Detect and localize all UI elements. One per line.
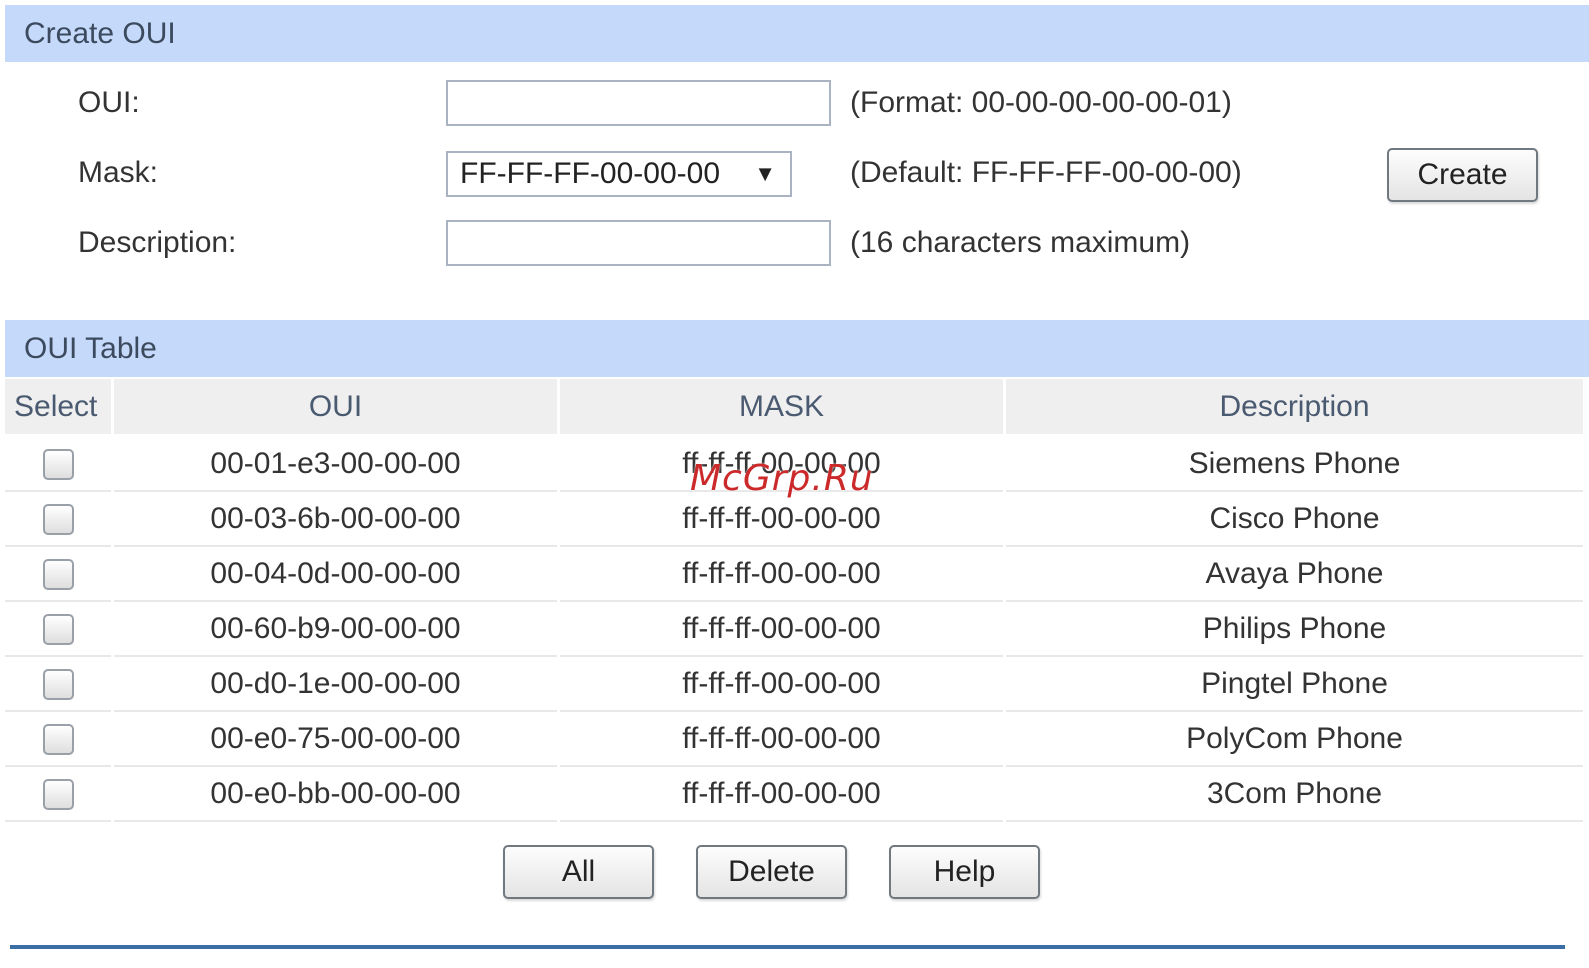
row-mask: ff-ff-ff-00-00-00 bbox=[560, 767, 1003, 822]
row-oui: 00-03-6b-00-00-00 bbox=[114, 492, 557, 547]
mask-selected-value: FF-FF-FF-00-00-00 bbox=[460, 157, 721, 190]
column-header-mask: MASK bbox=[560, 379, 1003, 437]
oui-table-header: OUI Table bbox=[5, 320, 1589, 377]
row-oui: 00-d0-1e-00-00-00 bbox=[114, 657, 557, 712]
select-all-button[interactable]: All bbox=[503, 845, 654, 899]
row-mask: ff-ff-ff-00-00-00 bbox=[560, 712, 1003, 767]
bottom-divider bbox=[10, 945, 1565, 949]
table-row: 00-03-6b-00-00-00 ff-ff-ff-00-00-00 Cisc… bbox=[5, 492, 1583, 547]
watermark: McGrp.Ru bbox=[690, 458, 874, 499]
row-select-checkbox[interactable] bbox=[42, 449, 74, 481]
table-row: 00-e0-bb-00-00-00 ff-ff-ff-00-00-00 3Com… bbox=[5, 767, 1583, 822]
row-description: 3Com Phone bbox=[1006, 767, 1583, 822]
column-header-select: Select bbox=[5, 379, 111, 437]
description-label: Description: bbox=[78, 226, 237, 259]
help-button[interactable]: Help bbox=[889, 845, 1040, 899]
row-oui: 00-e0-bb-00-00-00 bbox=[114, 767, 557, 822]
table-row: 00-e0-75-00-00-00 ff-ff-ff-00-00-00 Poly… bbox=[5, 712, 1583, 767]
row-description: Siemens Phone bbox=[1006, 437, 1583, 492]
row-oui: 00-04-0d-00-00-00 bbox=[114, 547, 557, 602]
row-description: Pingtel Phone bbox=[1006, 657, 1583, 712]
mask-label: Mask: bbox=[78, 156, 159, 189]
row-oui: 00-e0-75-00-00-00 bbox=[114, 712, 557, 767]
column-header-description: Description bbox=[1006, 379, 1583, 437]
row-mask: ff-ff-ff-00-00-00 bbox=[560, 492, 1003, 547]
row-description: PolyCom Phone bbox=[1006, 712, 1583, 767]
row-description: Avaya Phone bbox=[1006, 547, 1583, 602]
row-select-checkbox[interactable] bbox=[42, 614, 74, 646]
table-row: 00-60-b9-00-00-00 ff-ff-ff-00-00-00 Phil… bbox=[5, 602, 1583, 657]
oui-table: Select OUI MASK Description 00-01-e3-00-… bbox=[2, 379, 1586, 822]
row-select-checkbox[interactable] bbox=[42, 504, 74, 536]
row-select-checkbox[interactable] bbox=[42, 779, 74, 811]
table-row: 00-04-0d-00-00-00 ff-ff-ff-00-00-00 Avay… bbox=[5, 547, 1583, 602]
table-header-row: Select OUI MASK Description bbox=[5, 379, 1583, 437]
create-button[interactable]: Create bbox=[1387, 148, 1538, 202]
row-select-checkbox[interactable] bbox=[42, 559, 74, 591]
row-description: Philips Phone bbox=[1006, 602, 1583, 657]
dropdown-arrow-icon: ▼ bbox=[754, 161, 776, 186]
row-mask: ff-ff-ff-00-00-00 bbox=[560, 602, 1003, 657]
column-header-oui: OUI bbox=[114, 379, 557, 437]
oui-label: OUI: bbox=[78, 86, 140, 119]
row-oui: 00-01-e3-00-00-00 bbox=[114, 437, 557, 492]
table-row: 00-d0-1e-00-00-00 ff-ff-ff-00-00-00 Ping… bbox=[5, 657, 1583, 712]
oui-format-hint: (Format: 00-00-00-00-00-01) bbox=[850, 86, 1232, 119]
description-length-hint: (16 characters maximum) bbox=[850, 226, 1191, 259]
mask-select[interactable]: FF-FF-FF-00-00-00 ▼ bbox=[446, 151, 792, 197]
row-description: Cisco Phone bbox=[1006, 492, 1583, 547]
create-oui-header: Create OUI bbox=[5, 5, 1589, 62]
mask-default-hint: (Default: FF-FF-FF-00-00-00) bbox=[850, 156, 1242, 189]
delete-button[interactable]: Delete bbox=[696, 845, 847, 899]
description-input[interactable] bbox=[446, 220, 831, 266]
row-mask: ff-ff-ff-00-00-00 bbox=[560, 547, 1003, 602]
oui-input[interactable] bbox=[446, 80, 831, 126]
row-oui: 00-60-b9-00-00-00 bbox=[114, 602, 557, 657]
row-select-checkbox[interactable] bbox=[42, 669, 74, 701]
row-mask: ff-ff-ff-00-00-00 bbox=[560, 657, 1003, 712]
row-select-checkbox[interactable] bbox=[42, 724, 74, 756]
